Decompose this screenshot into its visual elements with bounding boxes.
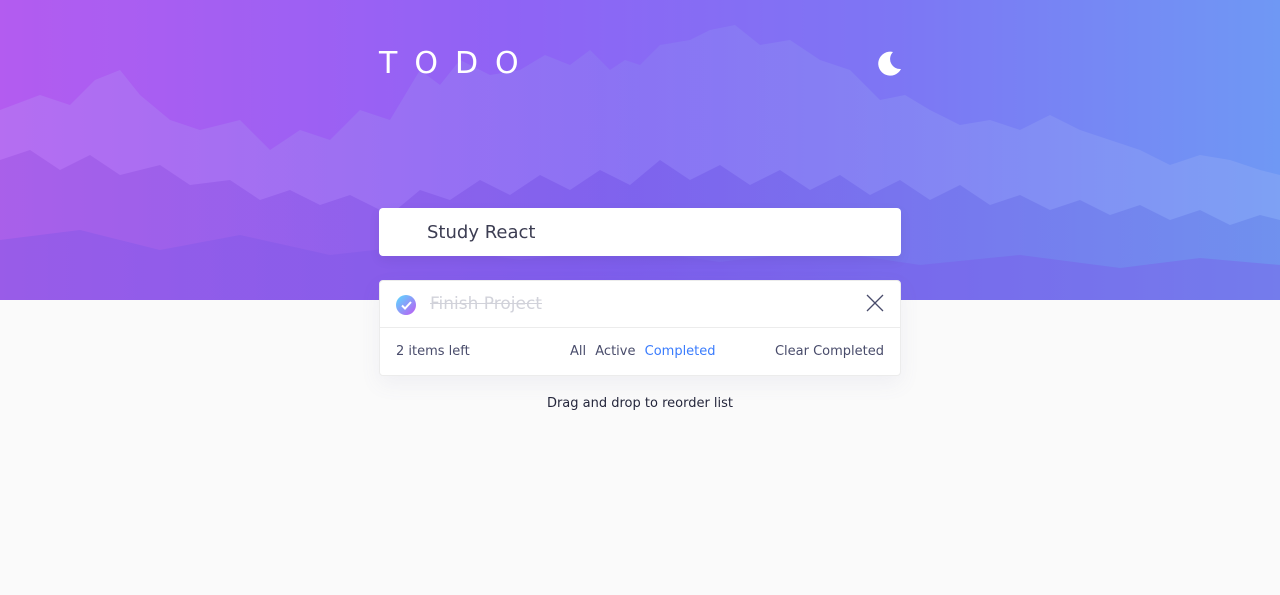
filter-group: All Active Completed [570, 344, 721, 359]
todo-item[interactable]: Finish Project [380, 281, 900, 328]
theme-toggle-button[interactable] [874, 48, 904, 78]
drag-hint: Drag and drop to reorder list [546, 396, 734, 411]
list-footer: 2 items left All Active Completed Clear … [380, 328, 900, 375]
clear-completed-button[interactable]: Clear Completed [775, 344, 884, 359]
new-todo-box [379, 208, 901, 256]
items-left-count: 2 items left [396, 344, 470, 359]
new-todo-input[interactable] [379, 208, 901, 256]
todo-text: Finish Project [430, 294, 542, 314]
checkbox-checked[interactable] [396, 295, 416, 315]
filter-all[interactable]: All [570, 344, 586, 359]
close-icon [866, 294, 884, 312]
app-title: TODO [379, 46, 536, 81]
header: TODO [379, 46, 901, 86]
delete-button[interactable] [865, 293, 885, 313]
filter-completed[interactable]: Completed [645, 344, 716, 359]
todo-list: Finish Project 2 items left All Active C… [379, 280, 901, 376]
filter-active[interactable]: Active [595, 344, 635, 359]
check-icon [401, 301, 412, 310]
moon-icon [878, 51, 901, 76]
